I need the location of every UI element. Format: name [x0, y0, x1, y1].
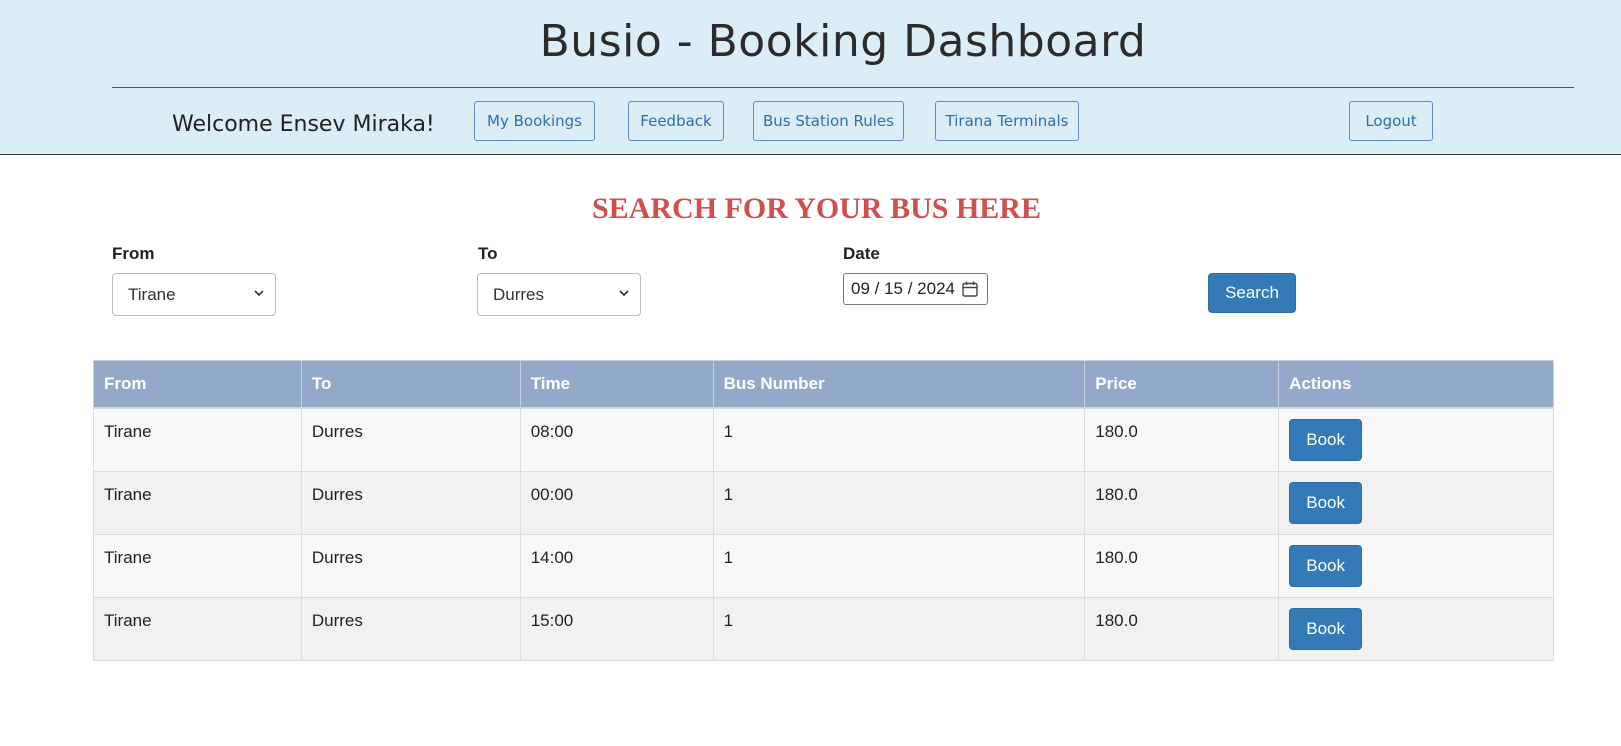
results-table: From To Time Bus Number Price Actions Ti…	[93, 360, 1554, 661]
table-row: Tirane Durres 15:00 1 180.0 Book	[93, 597, 1554, 661]
column-header-from: From	[93, 360, 302, 409]
cell-from: Tirane	[93, 597, 302, 661]
cell-time: 15:00	[519, 597, 714, 661]
table-row: Tirane Durres 08:00 1 180.0 Book	[93, 407, 1554, 472]
cell-actions: Book	[1278, 597, 1554, 661]
cell-from: Tirane	[93, 471, 302, 535]
cell-time: 08:00	[519, 407, 714, 472]
cell-price: 180.0	[1084, 471, 1280, 535]
date-label: Date	[843, 244, 880, 263]
cell-price: 180.0	[1084, 597, 1280, 661]
header-bar: Busio - Booking Dashboard Welcome Ensev …	[0, 0, 1621, 155]
column-header-price: Price	[1084, 360, 1280, 409]
bus-station-rules-button[interactable]: Bus Station Rules	[753, 101, 904, 141]
cell-bus-number: 1	[712, 597, 1086, 661]
header-divider	[112, 87, 1574, 88]
book-button[interactable]: Book	[1289, 419, 1363, 461]
cell-time: 00:00	[519, 471, 714, 535]
cell-actions: Book	[1278, 534, 1554, 598]
date-input[interactable]: 09 / 15 / 2024	[843, 273, 988, 305]
cell-bus-number: 1	[712, 471, 1086, 535]
tirana-terminals-button[interactable]: Tirana Terminals	[935, 101, 1079, 141]
cell-bus-number: 1	[712, 534, 1086, 598]
table-row: Tirane Durres 00:00 1 180.0 Book	[93, 471, 1554, 535]
column-header-actions: Actions	[1278, 360, 1554, 409]
column-header-to: To	[300, 360, 521, 409]
cell-actions: Book	[1278, 407, 1554, 472]
cell-price: 180.0	[1084, 407, 1280, 472]
book-button[interactable]: Book	[1289, 482, 1363, 524]
to-select-value: Durres	[493, 284, 545, 304]
book-button[interactable]: Book	[1289, 545, 1363, 587]
cell-to: Durres	[300, 534, 521, 598]
column-header-bus-number: Bus Number	[712, 360, 1086, 409]
book-button[interactable]: Book	[1289, 608, 1363, 650]
search-button[interactable]: Search	[1208, 273, 1296, 313]
cell-from: Tirane	[93, 534, 302, 598]
cell-to: Durres	[300, 471, 521, 535]
table-row: Tirane Durres 14:00 1 180.0 Book	[93, 534, 1554, 598]
table-header-row: From To Time Bus Number Price Actions	[93, 360, 1554, 409]
logout-button[interactable]: Logout	[1349, 101, 1433, 141]
feedback-button[interactable]: Feedback	[628, 101, 724, 141]
cell-bus-number: 1	[712, 407, 1086, 472]
from-select-value: Tirane	[128, 284, 176, 304]
welcome-message: Welcome Ensev Miraka!	[172, 112, 435, 137]
chevron-down-icon	[619, 290, 629, 297]
chevron-down-icon	[254, 290, 264, 297]
page-title: Busio - Booking Dashboard	[539, 16, 1147, 67]
from-select[interactable]: Tirane	[112, 273, 276, 316]
column-header-time: Time	[519, 360, 714, 409]
cell-actions: Book	[1278, 471, 1554, 535]
cell-from: Tirane	[93, 407, 302, 472]
to-select[interactable]: Durres	[477, 273, 641, 316]
calendar-icon[interactable]	[961, 280, 979, 298]
cell-price: 180.0	[1084, 534, 1280, 598]
search-heading: SEARCH FOR YOUR BUS HERE	[592, 192, 1041, 225]
from-label: From	[112, 244, 155, 263]
cell-time: 14:00	[519, 534, 714, 598]
cell-to: Durres	[300, 407, 521, 472]
to-label: To	[478, 244, 498, 263]
date-value: 09 / 15 / 2024	[851, 279, 955, 298]
my-bookings-button[interactable]: My Bookings	[474, 101, 595, 141]
cell-to: Durres	[300, 597, 521, 661]
